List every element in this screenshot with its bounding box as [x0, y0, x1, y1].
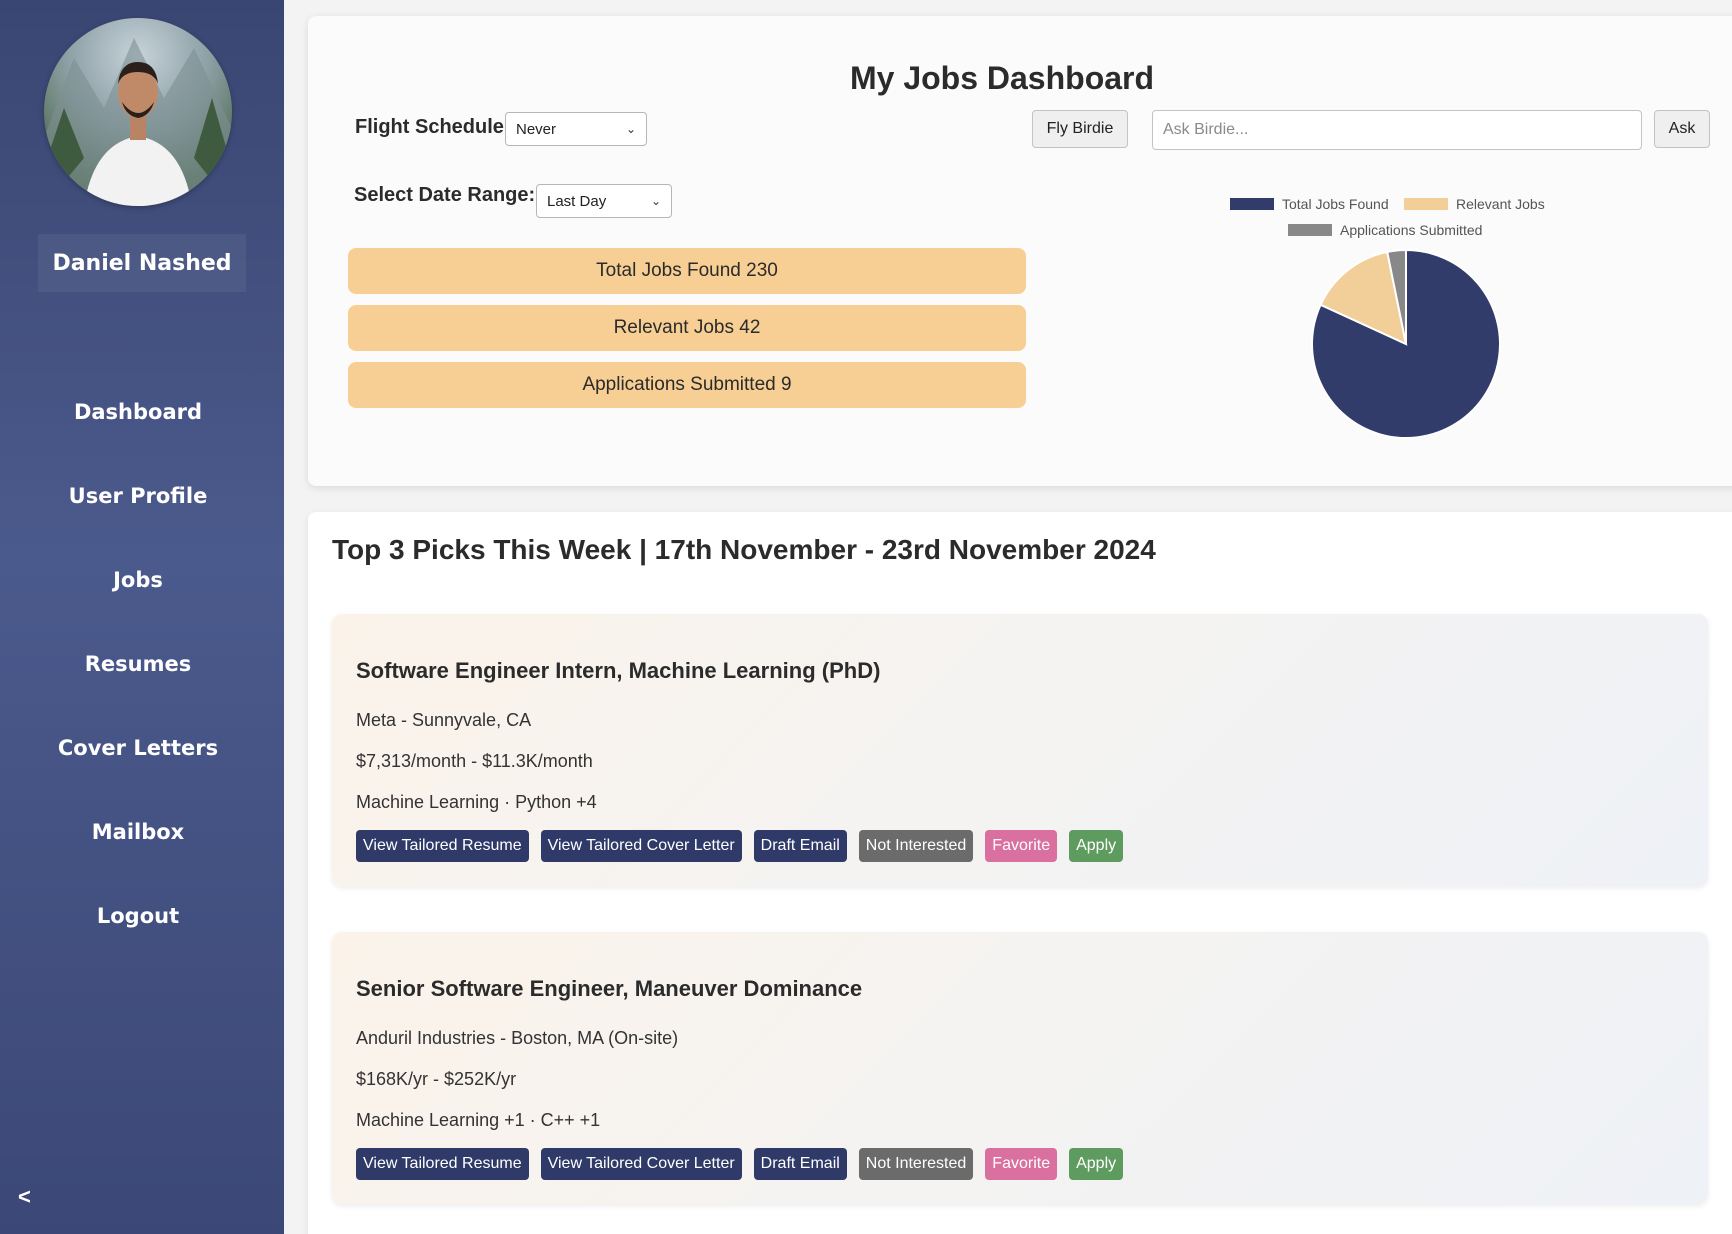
job-salary: $168K/yr - $252K/yr — [356, 1069, 517, 1089]
avatar[interactable] — [44, 18, 232, 206]
jobs-pie-chart — [1311, 248, 1501, 439]
nav-item-mailbox[interactable]: Mailbox — [0, 790, 276, 874]
flight-schedule-label: Flight Schedule — [355, 116, 504, 138]
top-picks-title: Top 3 Picks This Week | 17th November - … — [332, 534, 1156, 565]
apply-button[interactable]: Apply — [1069, 830, 1124, 862]
legend-swatch-total-jobs — [1230, 198, 1274, 210]
view-tailored-resume-button[interactable]: View Tailored Resume — [356, 830, 529, 862]
flight-schedule-select[interactable]: Never ⌄ — [505, 112, 647, 146]
legend-swatch-applications-submitted — [1288, 224, 1332, 236]
ask-button[interactable]: Ask — [1654, 110, 1710, 148]
not-interested-button[interactable]: Not Interested — [858, 830, 974, 862]
sidebar: Daniel Nashed Dashboard User Profile Job… — [0, 0, 284, 1234]
dashboard-card: My Jobs Dashboard Flight Schedule Never … — [308, 16, 1732, 486]
legend-total-jobs[interactable]: Total Jobs Found — [1230, 196, 1389, 212]
flight-schedule-value: Never — [516, 120, 557, 138]
job-skills: Machine Learning · Python +4 — [356, 792, 597, 812]
view-tailored-cover-letter-button[interactable]: View Tailored Cover Letter — [540, 830, 742, 862]
page-title: My Jobs Dashboard — [849, 60, 1155, 96]
job-actions: View Tailored Resume View Tailored Cover… — [356, 830, 1124, 862]
nav-item-dashboard[interactable]: Dashboard — [0, 370, 276, 454]
legend-label-applications-submitted: Applications Submitted — [1340, 222, 1483, 238]
legend-swatch-relevant-jobs — [1404, 198, 1448, 210]
collapse-sidebar-button[interactable]: < — [18, 1184, 31, 1210]
date-range-select[interactable]: Last Day ⌄ — [536, 184, 672, 218]
legend-relevant-jobs[interactable]: Relevant Jobs — [1404, 196, 1545, 212]
legend-applications-submitted[interactable]: Applications Submitted — [1288, 222, 1482, 238]
nav-item-cover-letters[interactable]: Cover Letters — [0, 706, 276, 790]
chevron-down-icon: ⌄ — [625, 122, 636, 136]
not-interested-button[interactable]: Not Interested — [858, 1148, 974, 1180]
job-card: Senior Software Engineer, Maneuver Domin… — [332, 932, 1708, 1204]
job-card: Software Engineer Intern, Machine Learni… — [332, 614, 1708, 886]
chevron-down-icon: ⌄ — [650, 194, 661, 208]
top-picks-section: Top 3 Picks This Week | 17th November - … — [308, 512, 1732, 1234]
job-title: Senior Software Engineer, Maneuver Domin… — [356, 976, 863, 1001]
job-title: Software Engineer Intern, Machine Learni… — [356, 658, 881, 683]
job-skills: Machine Learning +1 · C++ +1 — [356, 1110, 601, 1130]
user-name: Daniel Nashed — [38, 234, 246, 292]
legend-label-total-jobs: Total Jobs Found — [1282, 196, 1389, 212]
nav-item-user-profile[interactable]: User Profile — [0, 454, 276, 538]
nav-item-logout[interactable]: Logout — [0, 874, 276, 958]
user-photo — [44, 38, 232, 206]
date-range-label: Select Date Range: — [354, 184, 536, 206]
fly-birdie-button[interactable]: Fly Birdie — [1032, 110, 1128, 148]
job-company: Meta - Sunnyvale, CA — [356, 710, 532, 730]
apply-button[interactable]: Apply — [1069, 1148, 1124, 1180]
stat-total-jobs: Total Jobs Found 230 — [348, 248, 1026, 294]
favorite-button[interactable]: Favorite — [985, 1148, 1058, 1180]
stat-relevant-jobs: Relevant Jobs 42 — [348, 305, 1026, 351]
sidebar-nav: Dashboard User Profile Jobs Resumes Cove… — [0, 370, 276, 958]
nav-item-jobs[interactable]: Jobs — [0, 538, 276, 622]
job-salary: $7,313/month - $11.3K/month — [356, 751, 593, 771]
draft-email-button[interactable]: Draft Email — [753, 830, 847, 862]
favorite-button[interactable]: Favorite — [985, 830, 1058, 862]
view-tailored-resume-button[interactable]: View Tailored Resume — [356, 1148, 529, 1180]
view-tailored-cover-letter-button[interactable]: View Tailored Cover Letter — [540, 1148, 742, 1180]
date-range-value: Last Day — [547, 192, 607, 210]
stat-applications-submitted: Applications Submitted 9 — [348, 362, 1026, 408]
job-company: Anduril Industries - Boston, MA (On-site… — [356, 1028, 679, 1048]
legend-label-relevant-jobs: Relevant Jobs — [1456, 196, 1545, 212]
nav-item-resumes[interactable]: Resumes — [0, 622, 276, 706]
ask-birdie-input[interactable]: Ask Birdie... — [1152, 110, 1642, 150]
draft-email-button[interactable]: Draft Email — [753, 1148, 847, 1180]
job-actions: View Tailored Resume View Tailored Cover… — [356, 1148, 1124, 1180]
